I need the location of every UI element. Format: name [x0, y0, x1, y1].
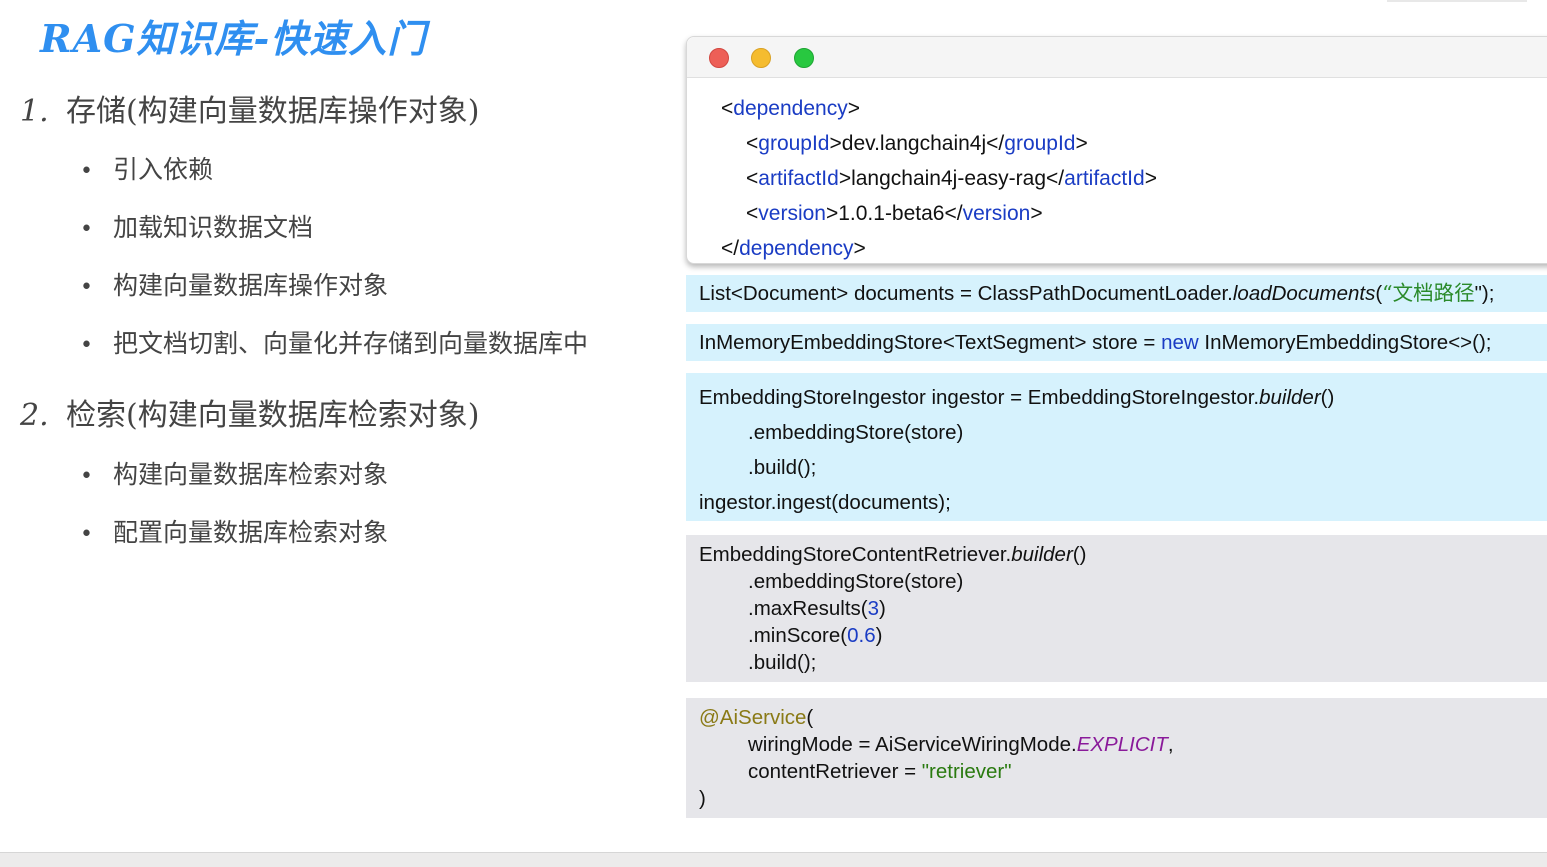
code-method: loadDocuments: [1232, 282, 1376, 305]
xml-dependency-snippet: <dependency> <groupId>dev.langchain4j</g…: [721, 91, 1157, 266]
code-keyword: new: [1161, 331, 1199, 354]
code-text: (): [1072, 543, 1087, 566]
code-enum: EXPLICIT: [1076, 733, 1168, 756]
bullet-item: • 配置向量数据库检索对象: [80, 513, 388, 549]
code-line: .build();: [748, 456, 817, 479]
code-annotation: @AiService: [699, 706, 807, 729]
code-block-ingestor: EmbeddingStoreIngestor ingestor = Embedd…: [686, 373, 1547, 521]
code-text: InMemoryEmbeddingStore<TextSegment> stor…: [699, 331, 1162, 354]
code-line: wiringMode = AiServiceWiringMode.EXPLICI…: [686, 731, 1547, 758]
bullet-text: 把文档切割、向量化并存储到向量数据库中: [113, 329, 589, 358]
window-minimize-light-icon[interactable]: [751, 48, 771, 68]
code-text: ");: [1474, 282, 1495, 305]
xml-tag: version: [962, 202, 1031, 225]
bullet-text: 引入依赖: [113, 155, 214, 184]
bottom-strip: [0, 852, 1547, 867]
section-2: 2. 检索(构建向量数据库检索对象): [20, 390, 479, 434]
code-text: contentRetriever =: [748, 760, 922, 783]
section-1-label: 存储(构建向量数据库操作对象): [66, 94, 480, 129]
code-text: (): [1320, 386, 1335, 409]
code-string: “文档路径: [1382, 281, 1475, 305]
code-text: wiringMode = AiServiceWiringMode.: [748, 733, 1077, 756]
bullet-text: 加载知识数据文档: [113, 213, 314, 242]
code-line: .maxResults(3): [686, 595, 1547, 622]
bullet-item: • 加载知识数据文档: [80, 208, 313, 244]
window-close-light-icon[interactable]: [709, 48, 729, 68]
code-text: EmbeddingStoreIngestor ingestor = Embedd…: [699, 386, 1260, 409]
code-line: .embeddingStore(store): [748, 570, 964, 593]
xml-tag: artifactId: [1064, 167, 1145, 190]
code-text: ,: [1167, 733, 1174, 756]
bullet-dot: •: [80, 217, 93, 242]
page-title: RAG知识库-快速入门: [40, 16, 427, 61]
code-line: ingestor.ingest(documents);: [699, 491, 951, 514]
bullet-dot: •: [80, 275, 93, 300]
section-1: 1. 存储(构建向量数据库操作对象): [20, 86, 479, 130]
code-text: EmbeddingStoreContentRetriever.: [699, 543, 1012, 566]
section-2-label: 检索(构建向量数据库检索对象): [66, 398, 480, 433]
xml-tag: version: [758, 202, 826, 225]
code-line: InMemoryEmbeddingStore<TextSegment> stor…: [686, 324, 1547, 361]
code-text: (: [806, 706, 814, 729]
bullet-dot: •: [80, 159, 93, 184]
code-line: List<Document> documents = ClassPathDocu…: [686, 275, 1547, 312]
code-text: .maxResults(: [748, 597, 868, 620]
code-text: ): [879, 597, 886, 620]
bullet-text: 构建向量数据库操作对象: [113, 271, 389, 300]
xml-tag: groupId: [1004, 132, 1076, 155]
code-text: List<Document> documents = ClassPathDocu…: [699, 282, 1233, 305]
code-number: 3: [867, 597, 880, 620]
bullet-dot: •: [80, 464, 93, 489]
bullet-dot: •: [80, 333, 93, 358]
bullet-text: 构建向量数据库检索对象: [113, 460, 389, 489]
bullet-item: • 引入依赖: [80, 150, 213, 186]
xml-line: </dependency>: [721, 237, 866, 260]
xml-tag: groupId: [758, 132, 830, 155]
code-block-load-documents: List<Document> documents = ClassPathDocu…: [686, 275, 1547, 312]
code-block-ai-service: @AiService( wiringMode = AiServiceWiring…: [686, 698, 1547, 818]
xml-tag: artifactId: [758, 167, 839, 190]
code-number: 0.6: [847, 624, 876, 647]
xml-line: <version>1.0.1-beta6</version>: [746, 202, 1043, 225]
bullet-item: • 构建向量数据库操作对象: [80, 266, 388, 302]
top-divider: [1387, 0, 1527, 2]
window-title-bar: [687, 37, 1547, 78]
code-block-content-retriever: EmbeddingStoreContentRetriever.builder()…: [686, 535, 1547, 682]
code-text: .minScore(: [748, 624, 848, 647]
code-method: builder: [1259, 386, 1321, 409]
code-text: InMemoryEmbeddingStore<>();: [1198, 331, 1492, 354]
code-string: "retriever": [921, 760, 1012, 783]
section-1-number: 1.: [20, 94, 49, 129]
bullet-item: • 构建向量数据库检索对象: [80, 455, 388, 491]
code-text: ): [875, 624, 883, 647]
xml-tag: dependency: [733, 97, 848, 120]
code-line: @AiService(: [686, 704, 1547, 731]
xml-line: <artifactId>langchain4j-easy-rag</artifa…: [746, 167, 1157, 190]
window-zoom-light-icon[interactable]: [794, 48, 814, 68]
xml-value: langchain4j-easy-rag: [851, 167, 1047, 190]
code-line: .build();: [748, 651, 817, 674]
code-line: .minScore(0.6): [686, 622, 1547, 649]
xml-tag: dependency: [739, 237, 854, 260]
xml-value: 1.0.1-beta6: [838, 202, 945, 225]
xml-line: <groupId>dev.langchain4j</groupId>: [746, 132, 1088, 155]
bullet-item: • 把文档切割、向量化并存储到向量数据库中: [80, 324, 588, 360]
bullet-text: 配置向量数据库检索对象: [113, 518, 389, 547]
code-line: ): [699, 787, 706, 810]
section-2-number: 2.: [20, 398, 49, 433]
code-line: .embeddingStore(store): [748, 421, 964, 444]
xml-line: <dependency>: [721, 97, 860, 120]
xml-value: dev.langchain4j: [841, 132, 987, 155]
code-line: EmbeddingStoreIngestor ingestor = Embedd…: [686, 380, 1547, 415]
code-line: EmbeddingStoreContentRetriever.builder(): [686, 541, 1547, 568]
code-block-embedding-store: InMemoryEmbeddingStore<TextSegment> stor…: [686, 324, 1547, 361]
bullet-dot: •: [80, 522, 93, 547]
code-method: builder: [1011, 543, 1073, 566]
code-line: contentRetriever = "retriever": [686, 758, 1547, 785]
code-window: <dependency> <groupId>dev.langchain4j</g…: [686, 36, 1547, 264]
